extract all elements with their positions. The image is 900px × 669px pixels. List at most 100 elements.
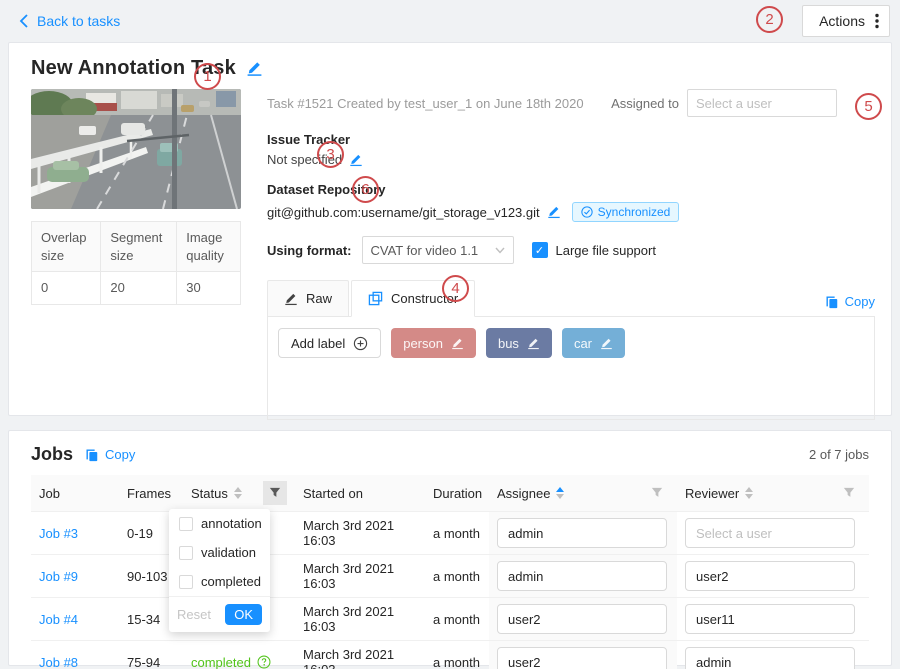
sync-check-icon [581, 206, 593, 218]
edit-label-icon [527, 337, 540, 350]
reviewer-input[interactable] [685, 518, 855, 548]
table-row: Job #4 15-34 March 3rd 2021 16:03 a mont… [31, 598, 869, 641]
column-header-reviewer: Reviewer [685, 486, 739, 501]
labels-copy-button[interactable]: Copy [825, 294, 875, 317]
column-header-job: Job [31, 475, 119, 512]
param-header-segment: Segment size [101, 222, 177, 272]
edit-repository-icon[interactable] [547, 205, 561, 219]
labels-copy-label: Copy [845, 294, 875, 309]
format-select[interactable]: CVAT for video 1.1 [362, 236, 514, 264]
using-format-label: Using format: [267, 243, 352, 258]
label-tag-bus[interactable]: bus [486, 328, 552, 358]
filter-option-completed[interactable]: completed [169, 567, 270, 596]
assignee-input[interactable] [497, 647, 667, 669]
filter-option-completed-label: completed [201, 574, 261, 589]
filter-option-annotation[interactable]: annotation [169, 509, 270, 538]
sync-badge-label: Synchronized [598, 205, 671, 219]
tab-raw[interactable]: Raw [267, 280, 349, 317]
block-icon [368, 291, 383, 306]
assignee-input[interactable] [497, 561, 667, 591]
checkbox-unchecked-icon [179, 517, 193, 531]
assigned-to-select[interactable]: Select a user [687, 89, 837, 117]
issue-tracker-label: Issue Tracker [267, 132, 350, 147]
job-link[interactable]: Job #4 [39, 612, 78, 627]
jobs-card: Jobs Copy 2 of 7 jobs Job Frames Status [8, 430, 892, 666]
duration-cell: a month [425, 641, 489, 669]
assigned-to-label: Assigned to [611, 96, 679, 111]
sync-status-badge: Synchronized [572, 202, 680, 222]
edit-label-icon [451, 337, 464, 350]
jobs-header-row: Job Frames Status Started on Duration [31, 475, 869, 512]
reviewer-input[interactable] [685, 561, 855, 591]
table-row: Job #8 75-94 completed March 3rd 2021 16… [31, 641, 869, 669]
back-chevron-icon [18, 14, 30, 28]
started-cell: March 3rd 2021 16:03 [295, 555, 425, 598]
back-to-tasks-link[interactable]: Back to tasks [18, 13, 120, 29]
column-header-status: Status [191, 486, 228, 501]
assignee-input[interactable] [497, 604, 667, 634]
checkbox-unchecked-icon [179, 575, 193, 589]
task-details-card: New Annotation Task [8, 42, 892, 416]
filter-option-validation-label: validation [201, 545, 256, 560]
reviewer-input[interactable] [685, 604, 855, 634]
filter-reset-button[interactable]: Reset [177, 607, 211, 622]
job-link[interactable]: Job #3 [39, 526, 78, 541]
add-label-button[interactable]: Add label [278, 328, 381, 358]
assignee-sort-button[interactable] [556, 487, 564, 499]
labels-constructor-panel: Add label person bus [267, 316, 875, 420]
reviewer-input[interactable] [685, 647, 855, 669]
param-value-overlap: 0 [32, 272, 101, 305]
question-circle-icon [257, 655, 271, 669]
dataset-repository-label: Dataset Repository [267, 182, 385, 197]
add-label-text: Add label [291, 336, 345, 351]
dataset-repository-url: git@github.com:username/git_storage_v123… [267, 205, 540, 220]
status-sort-button[interactable] [234, 487, 242, 499]
label-tag-car[interactable]: car [562, 328, 625, 358]
tab-constructor[interactable]: Constructor [351, 280, 475, 317]
filter-ok-button[interactable]: OK [225, 604, 262, 625]
status-filter-icon[interactable] [263, 481, 287, 505]
large-file-checkbox[interactable]: ✓ Large file support [532, 242, 656, 258]
table-row: Job #9 90-103 March 3rd 2021 16:03 a mon… [31, 555, 869, 598]
param-header-quality: Image quality [177, 222, 241, 272]
tab-constructor-label: Constructor [391, 291, 458, 306]
actions-label: Actions [819, 13, 865, 29]
label-tag-person[interactable]: person [391, 328, 476, 358]
task-preview-image [31, 89, 241, 209]
assignee-filter-icon[interactable] [645, 481, 669, 505]
column-header-assignee: Assignee [497, 486, 550, 501]
edit-label-icon [600, 337, 613, 350]
jobs-title: Jobs [31, 444, 73, 465]
filter-option-validation[interactable]: validation [169, 538, 270, 567]
status-filter-dropdown: annotation validation completed Reset OK [169, 509, 270, 632]
column-header-started: Started on [295, 475, 425, 512]
param-header-overlap: Overlap size [32, 222, 101, 272]
pencil-icon [284, 292, 298, 306]
jobs-copy-button[interactable]: Copy [85, 447, 135, 462]
job-link[interactable]: Job #8 [39, 655, 78, 669]
reviewer-sort-button[interactable] [745, 487, 753, 499]
large-file-label: Large file support [556, 243, 656, 258]
frames-cell: 75-94 [119, 641, 183, 669]
actions-button[interactable]: Actions [802, 5, 890, 37]
duration-cell: a month [425, 512, 489, 555]
jobs-table: Job Frames Status Started on Duration [31, 475, 869, 669]
tab-raw-label: Raw [306, 291, 332, 306]
started-cell: March 3rd 2021 16:03 [295, 641, 425, 669]
jobs-copy-label: Copy [105, 447, 135, 462]
edit-task-name-icon[interactable] [246, 60, 263, 77]
assignee-input[interactable] [497, 518, 667, 548]
chevron-down-icon [495, 247, 505, 254]
started-cell: March 3rd 2021 16:03 [295, 512, 425, 555]
copy-icon [85, 448, 99, 462]
status-text: completed [191, 655, 251, 669]
issue-tracker-value: Not specified [267, 152, 342, 167]
reviewer-filter-icon[interactable] [837, 481, 861, 505]
label-tag-car-name: car [574, 336, 592, 351]
plus-circle-icon [353, 336, 368, 351]
param-value-quality: 30 [177, 272, 241, 305]
job-link[interactable]: Job #9 [39, 569, 78, 584]
edit-issue-tracker-icon[interactable] [349, 153, 363, 167]
task-params-table: Overlap size Segment size Image quality … [31, 221, 241, 305]
jobs-count: 2 of 7 jobs [809, 447, 869, 462]
